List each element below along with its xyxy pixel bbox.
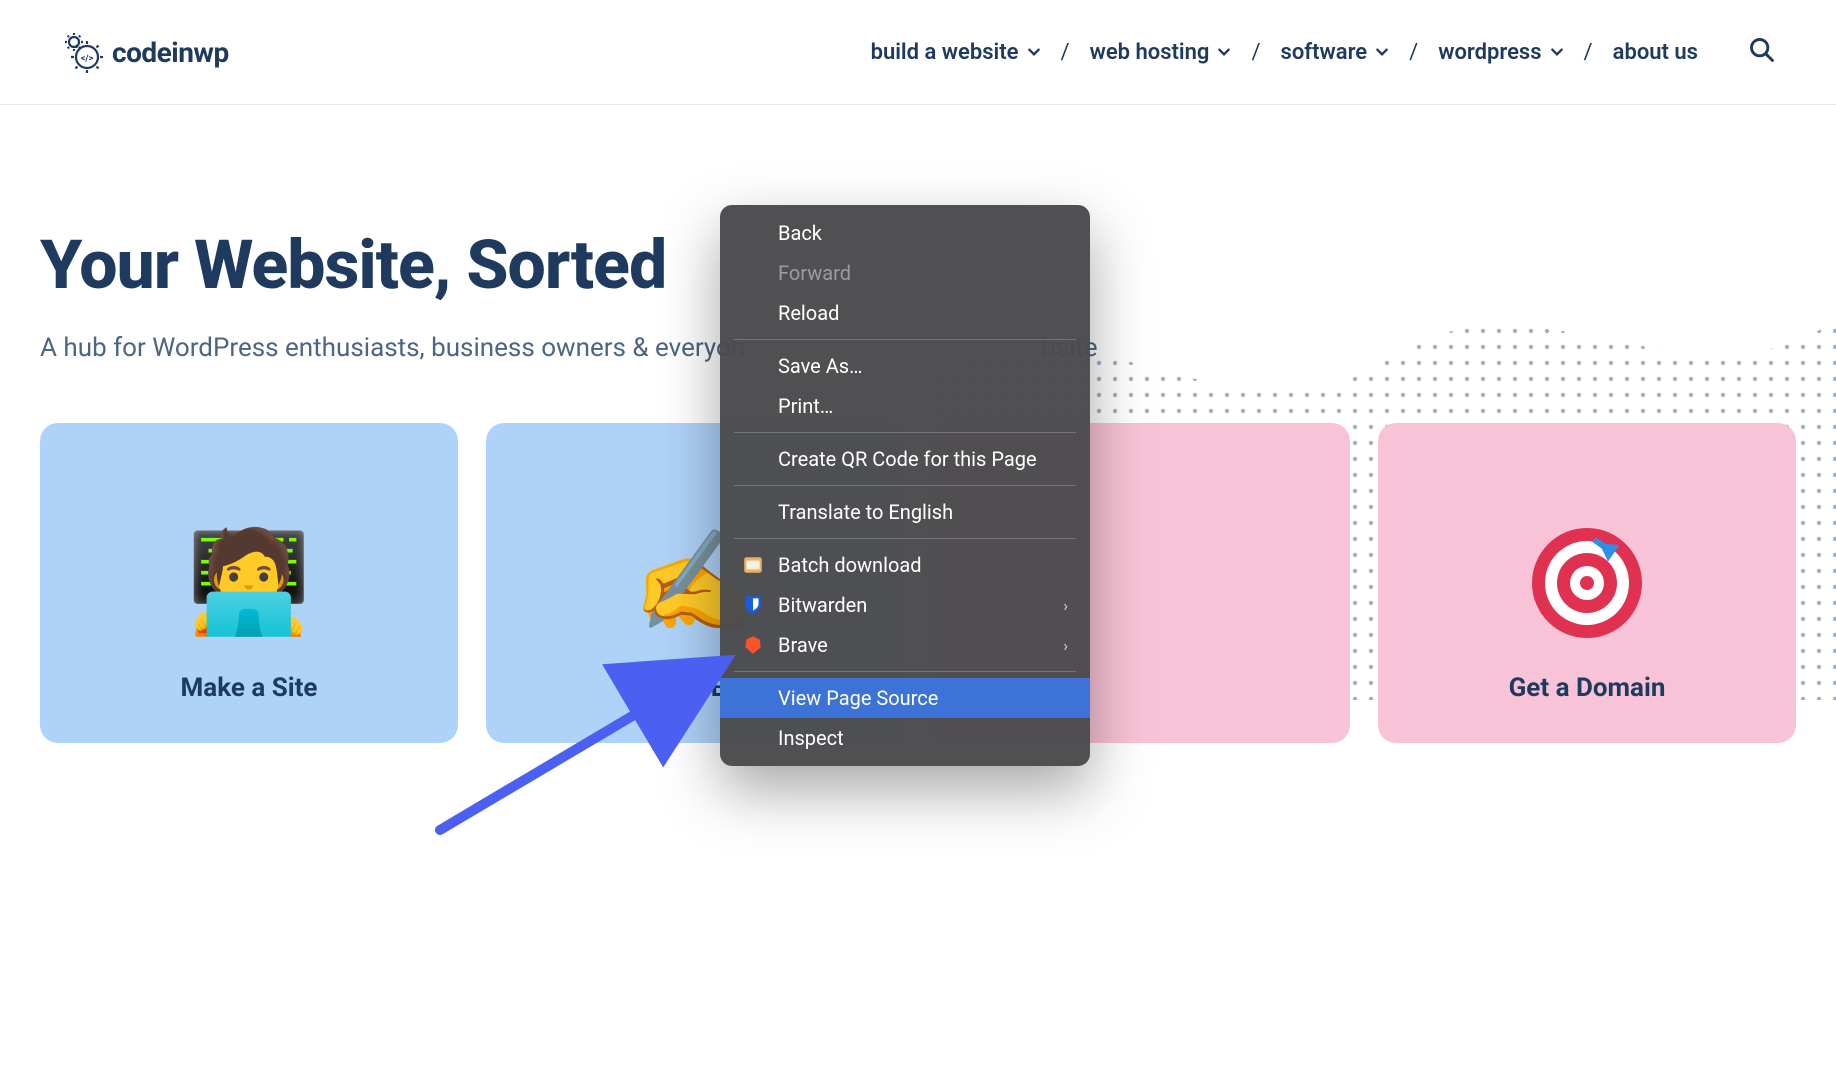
nav-label: web hosting xyxy=(1090,40,1210,65)
menu-inspect[interactable]: Inspect xyxy=(720,718,1090,758)
search-icon xyxy=(1748,36,1776,64)
card-get-a-domain[interactable]: Get a Domain xyxy=(1378,423,1796,743)
nav-wordpress[interactable]: wordpress xyxy=(1438,40,1563,65)
nav-label: about us xyxy=(1613,40,1698,65)
card-label: Make a Site xyxy=(181,673,318,703)
menu-separator xyxy=(734,671,1076,672)
chevron-down-icon xyxy=(1375,45,1389,59)
nav-about-us[interactable]: about us xyxy=(1613,40,1698,65)
card-label: Get a Domain xyxy=(1509,673,1666,703)
chevron-right-icon: › xyxy=(1063,596,1068,615)
menu-save-as[interactable]: Save As… xyxy=(720,346,1090,386)
nav-web-hosting[interactable]: web hosting xyxy=(1090,40,1232,65)
menu-back[interactable]: Back xyxy=(720,213,1090,253)
menu-print[interactable]: Print… xyxy=(720,386,1090,426)
svg-text:</>: </> xyxy=(81,54,94,64)
menu-brave[interactable]: Brave › xyxy=(720,625,1090,665)
nav-label: software xyxy=(1281,40,1368,65)
nav-separator: / xyxy=(1409,40,1418,65)
chevron-down-icon xyxy=(1027,45,1041,59)
menu-bitwarden[interactable]: Bitwarden › xyxy=(720,585,1090,625)
nav-separator: / xyxy=(1584,40,1593,65)
site-header: </> codeinwp build a website / web hosti… xyxy=(0,0,1836,105)
menu-create-qr[interactable]: Create QR Code for this Page xyxy=(720,439,1090,479)
nav-software[interactable]: software xyxy=(1281,40,1390,65)
menu-separator xyxy=(734,432,1076,433)
menu-reload[interactable]: Reload xyxy=(720,293,1090,333)
chevron-down-icon xyxy=(1550,45,1564,59)
nav-label: wordpress xyxy=(1438,40,1541,65)
nav-separator: / xyxy=(1061,40,1070,65)
menu-separator xyxy=(734,485,1076,486)
nav-build-a-website[interactable]: build a website xyxy=(871,40,1041,65)
menu-view-page-source[interactable]: View Page Source xyxy=(720,678,1090,718)
menu-separator xyxy=(734,339,1076,340)
menu-separator xyxy=(734,538,1076,539)
card-make-a-site[interactable]: 🧑‍💻 Make a Site xyxy=(40,423,458,743)
nav-label: build a website xyxy=(871,40,1019,65)
person-laptop-icon: 🧑‍💻 xyxy=(187,533,312,633)
gear-code-icon: </> xyxy=(60,30,104,74)
chevron-right-icon: › xyxy=(1063,636,1068,655)
batch-download-icon xyxy=(742,554,764,576)
menu-forward: Forward xyxy=(720,253,1090,293)
browser-context-menu: Back Forward Reload Save As… Print… Crea… xyxy=(720,205,1090,766)
brand-name: codeinwp xyxy=(112,36,229,69)
bitwarden-icon xyxy=(742,594,764,616)
menu-batch-download[interactable]: Batch download xyxy=(720,545,1090,585)
search-button[interactable] xyxy=(1748,36,1776,68)
nav-separator: / xyxy=(1251,40,1260,65)
brave-icon xyxy=(742,634,764,656)
dart-target-icon xyxy=(1527,523,1647,643)
menu-translate[interactable]: Translate to English xyxy=(720,492,1090,532)
chevron-down-icon xyxy=(1217,45,1231,59)
primary-nav: build a website / web hosting / software… xyxy=(871,36,1776,68)
brand-logo[interactable]: </> codeinwp xyxy=(60,30,229,74)
